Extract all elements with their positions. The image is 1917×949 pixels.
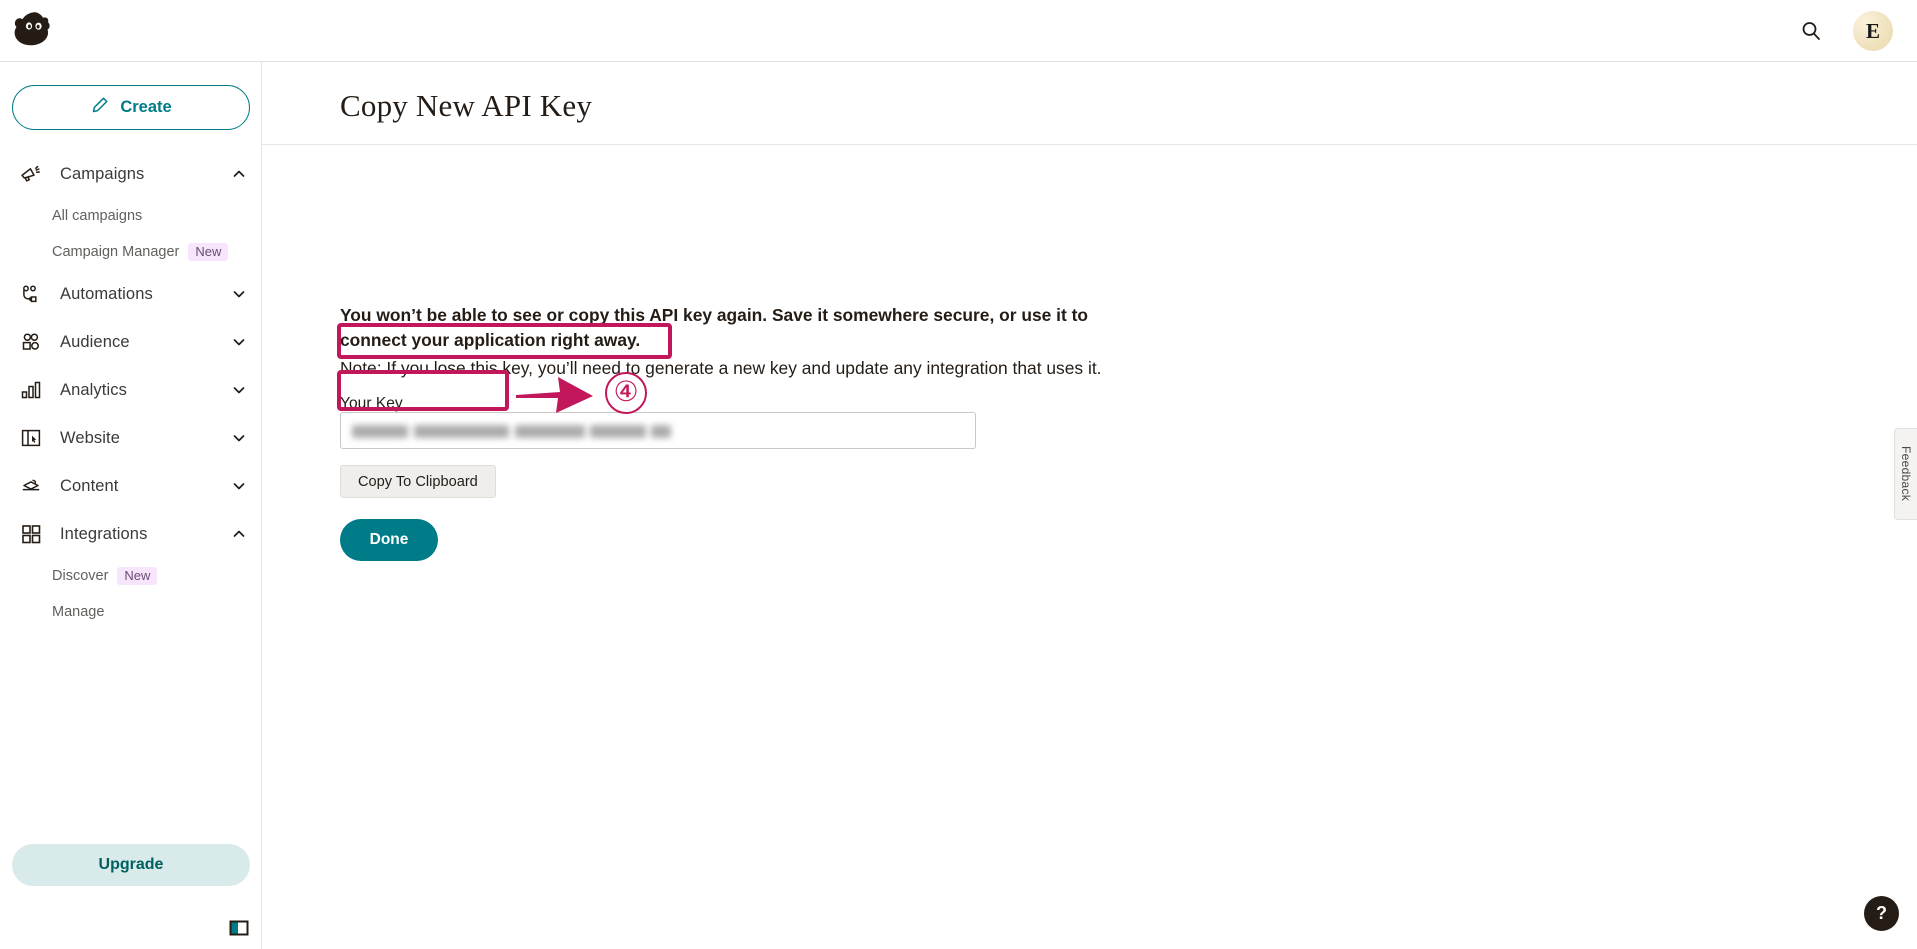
pencil-icon: [90, 96, 109, 120]
page-title: Copy New API Key: [340, 88, 593, 123]
sidebar-subitem-all-campaigns[interactable]: All campaigns: [0, 198, 262, 234]
your-key-label: Your Key: [340, 395, 403, 412]
sidebar-item-automations[interactable]: Automations: [0, 270, 262, 318]
sidebar-item-label: Audience: [60, 332, 130, 351]
avatar[interactable]: E: [1853, 11, 1893, 51]
automations-flow-icon: [18, 281, 44, 307]
upgrade-button[interactable]: Upgrade: [12, 844, 250, 886]
bar-chart-icon: [18, 377, 44, 403]
sidebar-item-label: Content: [60, 476, 119, 495]
done-button[interactable]: Done: [340, 519, 438, 561]
help-button[interactable]: ?: [1864, 896, 1899, 931]
sidebar-item-label: Automations: [60, 284, 153, 303]
sidebar: Create Campaigns All campaigns Campaign …: [0, 62, 262, 949]
chevron-down-icon[interactable]: [232, 479, 246, 493]
sidebar-panel-toggle-icon[interactable]: [228, 917, 250, 939]
api-key-note-text: Note: If you lose this key, you’ll need …: [340, 358, 1102, 378]
top-bar: E: [0, 0, 1917, 62]
chevron-up-icon[interactable]: [232, 167, 246, 181]
sidebar-subitem-label: Campaign Manager: [52, 244, 180, 260]
content-stack-icon: [18, 473, 44, 499]
sidebar-item-integrations[interactable]: Integrations: [0, 510, 262, 558]
chevron-down-icon[interactable]: [232, 287, 246, 301]
grid-squares-icon: [18, 521, 44, 547]
sidebar-subitem-discover[interactable]: Discover New: [0, 558, 262, 594]
chevron-down-icon[interactable]: [232, 335, 246, 349]
browser-window-icon: [18, 425, 44, 451]
chevron-up-icon[interactable]: [232, 527, 246, 541]
sidebar-item-label: Analytics: [60, 380, 127, 399]
megaphone-icon: [18, 161, 44, 187]
sidebar-subitem-label: Manage: [52, 604, 105, 620]
your-key-input[interactable]: [340, 412, 976, 449]
sidebar-nav: Campaigns All campaigns Campaign Manager…: [0, 150, 262, 630]
avatar-initial: E: [1865, 18, 1880, 43]
sidebar-subitem-label: Discover: [52, 568, 109, 584]
question-mark-icon: ?: [1876, 903, 1887, 923]
sidebar-item-label: Website: [60, 428, 121, 447]
sidebar-item-label: Campaigns: [60, 164, 145, 183]
chevron-down-icon[interactable]: [232, 383, 246, 397]
badge-new: New: [188, 243, 229, 261]
main-content: Copy New API Key You won’t be able to se…: [262, 62, 1917, 949]
create-button[interactable]: Create: [12, 85, 250, 130]
sidebar-item-label: Integrations: [60, 524, 148, 543]
chevron-down-icon[interactable]: [232, 431, 246, 445]
create-button-label: Create: [120, 98, 172, 116]
upgrade-button-label: Upgrade: [98, 856, 164, 873]
top-bar-actions: E: [1791, 11, 1893, 51]
people-icon: [18, 329, 44, 355]
sidebar-subitem-campaign-manager[interactable]: Campaign Manager New: [0, 234, 262, 270]
sidebar-item-website[interactable]: Website: [0, 414, 262, 462]
sidebar-item-analytics[interactable]: Analytics: [0, 366, 262, 414]
page-header: Copy New API Key: [262, 62, 1917, 145]
badge-new: New: [117, 567, 158, 585]
copy-to-clipboard-button[interactable]: Copy To Clipboard: [340, 465, 496, 498]
mailchimp-freddie-logo[interactable]: [10, 6, 60, 56]
api-key-warning-text: You won’t be able to see or copy this AP…: [340, 305, 1089, 350]
sidebar-subitem-manage[interactable]: Manage: [0, 594, 262, 630]
sidebar-subitem-label: All campaigns: [52, 208, 143, 224]
sidebar-item-audience[interactable]: Audience: [0, 318, 262, 366]
feedback-tab[interactable]: Feedback: [1894, 428, 1917, 520]
feedback-tab-label: Feedback: [1899, 446, 1913, 502]
sidebar-item-content[interactable]: Content: [0, 462, 262, 510]
sidebar-item-campaigns[interactable]: Campaigns: [0, 150, 262, 198]
search-icon[interactable]: [1791, 11, 1831, 51]
